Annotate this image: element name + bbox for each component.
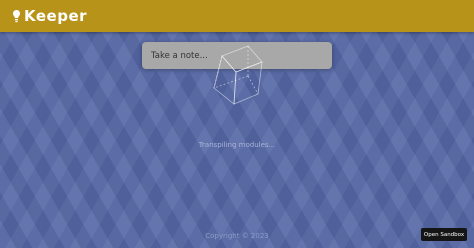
footer-copyright: Copyright © 2023 [205,232,269,240]
open-sandbox-button[interactable]: Open Sandbox [421,228,467,241]
cube-spinner-icon [213,45,263,105]
app-logo: Keeper [12,7,87,25]
loading-status: Transpiling modules... [198,141,276,149]
patterned-background [0,0,474,248]
app-header: Keeper [0,0,474,32]
lightbulb-icon [13,10,20,23]
app-title: Keeper [24,7,88,25]
